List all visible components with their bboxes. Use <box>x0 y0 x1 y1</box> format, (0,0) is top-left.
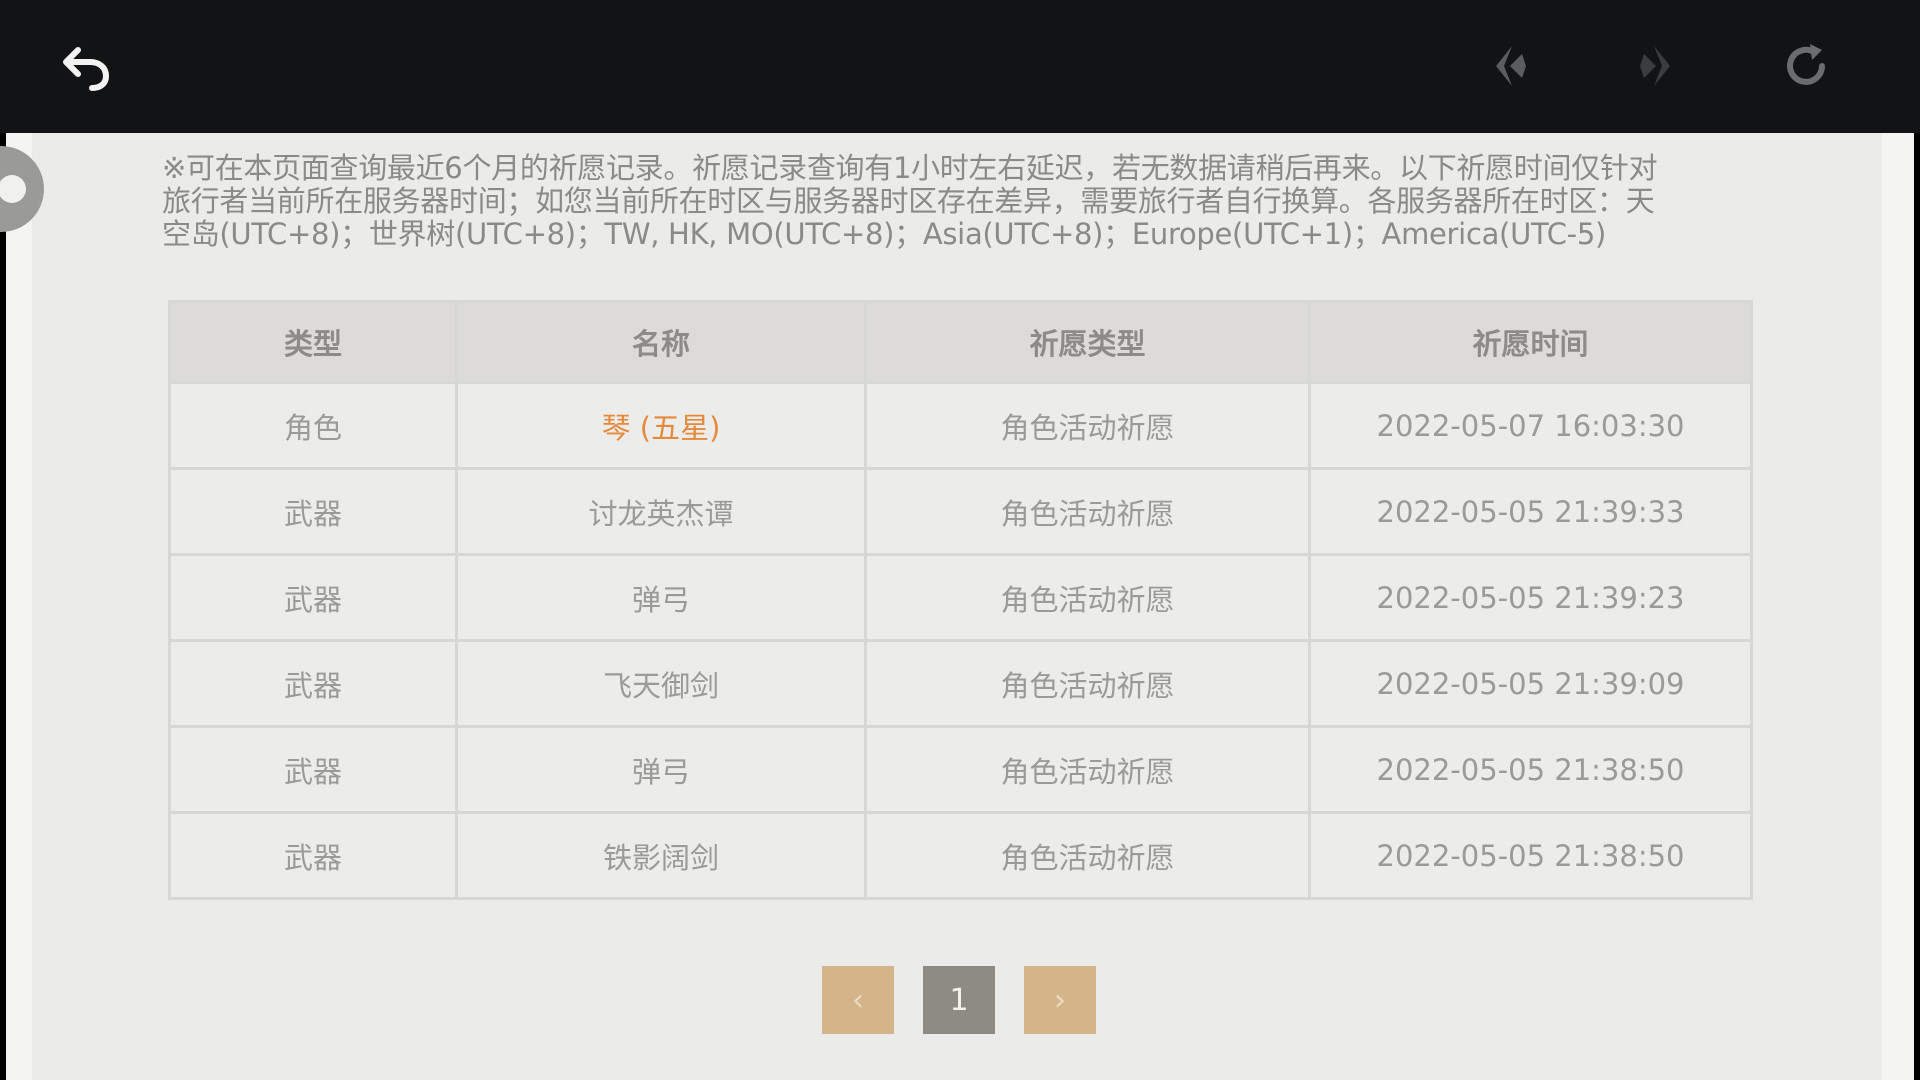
column-header-name: 名称 <box>455 300 867 384</box>
cell-wish-type: 角色活动祈愿 <box>864 725 1311 814</box>
notice-line: ※可在本页面查询最近6个月的祈愿记录。祈愿记录查询有1小时左右延迟，若无数据请稍… <box>162 151 1658 185</box>
table-row: 武器 弹弓 角色活动祈愿 2022-05-05 21:39:23 <box>168 553 1753 642</box>
cell-name: 弹弓 <box>455 553 867 642</box>
table-row: 武器 飞天御剑 角色活动祈愿 2022-05-05 21:39:09 <box>168 639 1753 728</box>
cell-type: 角色 <box>168 381 458 470</box>
cell-wish-time: 2022-05-07 16:03:30 <box>1308 381 1753 470</box>
diamond-back-icon[interactable] <box>1474 30 1546 102</box>
notice-text: ※可在本页面查询最近6个月的祈愿记录。祈愿记录查询有1小时左右延迟，若无数据请稍… <box>162 152 1762 251</box>
cell-wish-type: 角色活动祈愿 <box>864 811 1311 900</box>
cell-name: 弹弓 <box>455 725 867 814</box>
table-row: 角色 琴 (五星) 角色活动祈愿 2022-05-07 16:03:30 <box>168 381 1753 470</box>
prev-page-button[interactable]: ‹ <box>822 966 894 1034</box>
table-row: 武器 讨龙英杰谭 角色活动祈愿 2022-05-05 21:39:33 <box>168 467 1753 556</box>
next-page-button[interactable]: › <box>1024 966 1096 1034</box>
page-number-button[interactable]: 1 <box>923 966 995 1034</box>
notice-line: 旅行者当前所在服务器时间；如您当前所在时区与服务器时区存在差异，需要旅行者自行换… <box>162 184 1655 218</box>
cell-name: 铁影阔剑 <box>455 811 867 900</box>
refresh-icon[interactable] <box>1770 30 1842 102</box>
table-row: 武器 弹弓 角色活动祈愿 2022-05-05 21:38:50 <box>168 725 1753 814</box>
cell-name: 飞天御剑 <box>455 639 867 728</box>
cell-type: 武器 <box>168 811 458 900</box>
cell-wish-type: 角色活动祈愿 <box>864 553 1311 642</box>
top-toolbar <box>0 0 1920 133</box>
undo-arrow-icon[interactable] <box>50 30 122 102</box>
cell-wish-type: 角色活动祈愿 <box>864 467 1311 556</box>
cell-wish-time: 2022-05-05 21:38:50 <box>1308 725 1753 814</box>
column-header-wish-time: 祈愿时间 <box>1308 300 1753 384</box>
cell-name-five-star: 琴 (五星) <box>455 381 867 470</box>
table-row: 武器 铁影阔剑 角色活动祈愿 2022-05-05 21:38:50 <box>168 811 1753 900</box>
cell-type: 武器 <box>168 639 458 728</box>
diamond-forward-icon[interactable] <box>1620 30 1692 102</box>
table-header-row: 类型 名称 祈愿类型 祈愿时间 <box>168 300 1753 384</box>
cell-name: 讨龙英杰谭 <box>455 467 867 556</box>
cell-wish-time: 2022-05-05 21:39:09 <box>1308 639 1753 728</box>
cell-wish-time: 2022-05-05 21:39:33 <box>1308 467 1753 556</box>
wish-records-table: 类型 名称 祈愿类型 祈愿时间 角色 琴 (五星) 角色活动祈愿 2022-05… <box>168 300 1753 900</box>
chevron-left-icon: ‹ <box>852 982 864 1018</box>
cell-wish-type: 角色活动祈愿 <box>864 381 1311 470</box>
right-edge <box>1914 133 1920 1080</box>
cell-wish-time: 2022-05-05 21:38:50 <box>1308 811 1753 900</box>
column-header-type: 类型 <box>168 300 458 384</box>
current-page-label: 1 <box>949 982 969 1018</box>
cell-type: 武器 <box>168 553 458 642</box>
cell-type: 武器 <box>168 725 458 814</box>
column-header-wish-type: 祈愿类型 <box>864 300 1311 384</box>
left-margin <box>6 133 32 1080</box>
cell-wish-time: 2022-05-05 21:39:23 <box>1308 553 1753 642</box>
right-margin <box>1882 133 1914 1080</box>
circle-icon <box>0 175 26 203</box>
notice-line: 空岛(UTC+8)；世界树(UTC+8)；TW, HK, MO(UTC+8)；A… <box>162 217 1606 251</box>
chevron-right-icon: › <box>1054 982 1066 1018</box>
cell-type: 武器 <box>168 467 458 556</box>
cell-wish-type: 角色活动祈愿 <box>864 639 1311 728</box>
